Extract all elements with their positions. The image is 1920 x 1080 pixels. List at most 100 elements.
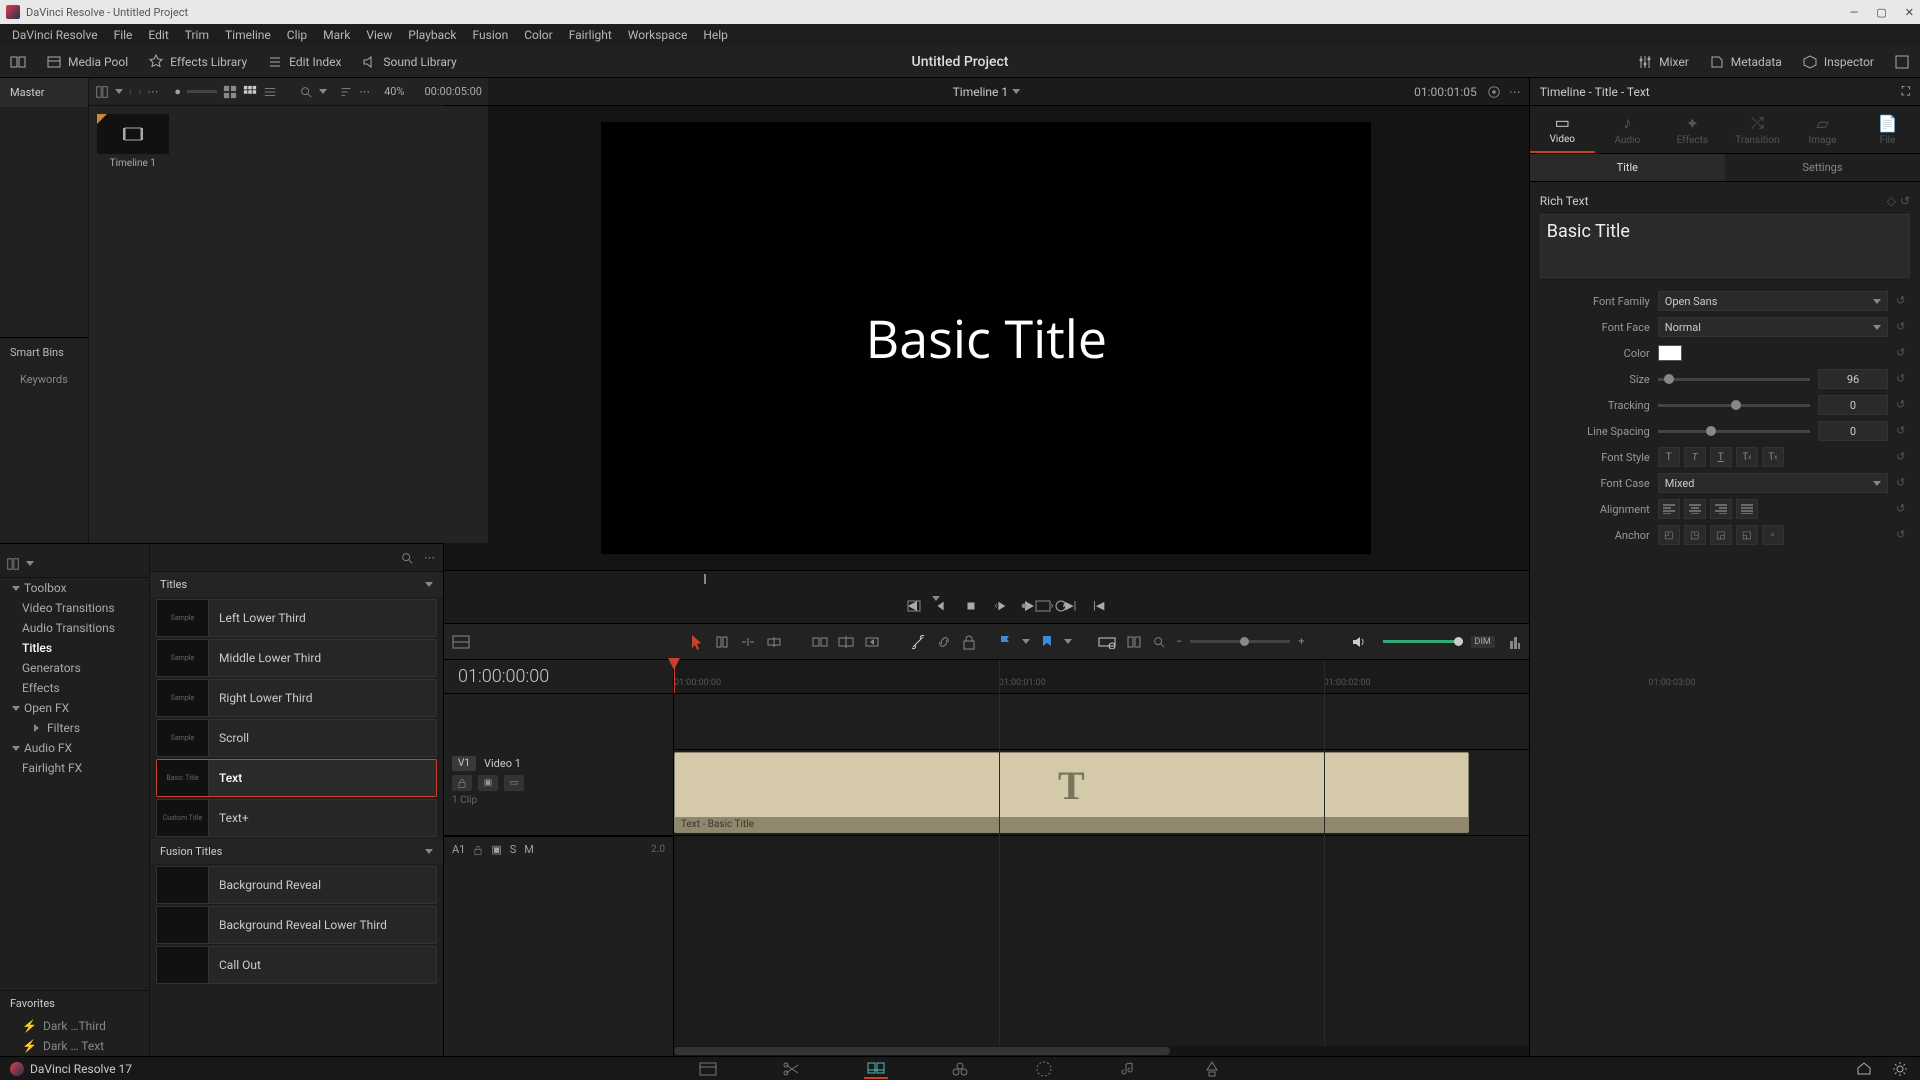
keyframe-toggle[interactable]: ◇ [1887,194,1896,208]
flag-dd[interactable] [1022,639,1030,644]
size-slider[interactable] [1658,378,1810,381]
zoom-in[interactable]: + [1298,635,1304,648]
sort-icon[interactable] [339,85,353,99]
timeline-ruler[interactable]: 01:00:00:0001:00:01:0001:00:02:0001:00:0… [674,660,1529,694]
menu-playback[interactable]: Playback [400,28,464,42]
kf-ls[interactable]: ↺ [1896,424,1910,438]
menu-color[interactable]: Color [516,28,560,42]
meters-toggle[interactable] [1509,635,1521,649]
list-view[interactable] [263,85,277,99]
page-fusion[interactable] [948,1059,972,1079]
mixer-toggle[interactable]: Mixer [1627,46,1699,78]
a-autoselect[interactable]: ▣ [491,843,501,856]
linespacing-slider[interactable] [1658,430,1810,433]
menu-fusion[interactable]: Fusion [465,28,517,42]
font-face-select[interactable]: Normal [1658,317,1888,337]
inspector-tab-effects[interactable]: ✦Effects [1660,106,1725,153]
title-preset-right-lower-third[interactable]: SampleRight Lower Third [156,679,437,717]
fusion-title-background-reveal-lower-third[interactable]: Background Reveal Lower Third [156,906,437,944]
video-track-head[interactable]: V1Video 1 ▣ ▭ 1 Clip [444,750,673,836]
timeline-timecode[interactable]: 01:00:00:00 [444,660,673,694]
align-right[interactable] [1710,499,1732,519]
insert-clip[interactable] [812,635,828,649]
zoom-slider[interactable] [1190,640,1290,643]
a-mute[interactable]: M [524,843,534,856]
page-color[interactable] [1032,1059,1056,1079]
volume-slider[interactable] [1383,640,1463,643]
tree-fairlightfx[interactable]: Fairlight FX [0,758,149,778]
style-sub[interactable]: Tx [1762,447,1784,467]
keywords-bin[interactable]: Keywords [0,367,88,392]
search-options[interactable] [319,89,327,94]
timeline-thumbnail[interactable]: Timeline 1 [97,114,169,169]
page-deliver[interactable] [1200,1059,1224,1079]
zoom-percent[interactable]: 40% [384,85,404,98]
timeline-hscroll[interactable] [674,1046,1529,1056]
menu-edit[interactable]: Edit [140,28,176,42]
viewer-timecode[interactable]: 01:00:01:05 [1414,85,1477,99]
options-menu[interactable]: ⋯ [359,85,370,98]
subtab-title[interactable]: Title [1530,154,1725,181]
tree-effects[interactable]: Effects [0,678,149,698]
tracking-value[interactable]: 0 [1818,395,1888,415]
timeline-view-options[interactable] [452,635,470,649]
fx-panel-dd[interactable] [26,561,34,566]
menu-fairlight[interactable]: Fairlight [561,28,620,42]
kf-align[interactable]: ↺ [1896,502,1910,516]
minimize-button[interactable]: — [1850,6,1859,19]
a-solo[interactable]: S [510,843,517,856]
title-clip[interactable]: T Text - Basic Title [674,752,1469,833]
dual-screen-toggle[interactable] [0,46,36,78]
anchor-tl[interactable]: ◰ [1658,525,1680,545]
disable-track[interactable]: ▭ [504,775,524,791]
overlay-dropdown[interactable] [932,596,940,601]
maximize-button[interactable]: ▢ [1876,6,1886,19]
bin-dropdown[interactable] [115,89,123,94]
title-text-input[interactable]: Basic Title [1540,214,1910,278]
nav-back[interactable]: ‹ [129,85,132,98]
font-case-select[interactable]: Mixed [1658,473,1888,493]
align-justify[interactable] [1736,499,1758,519]
trim-tool[interactable] [714,634,730,650]
menu-file[interactable]: File [106,28,141,42]
timeline-body[interactable]: 01:00:00:0001:00:01:0001:00:02:0001:00:0… [674,660,1529,1056]
overwrite-clip[interactable] [838,635,854,649]
first-frame[interactable]: ‹ [986,596,1006,616]
blade-button[interactable] [910,634,926,650]
anchor-tr[interactable]: ◲ [1710,525,1732,545]
dim-toggle[interactable]: DIM [1471,636,1495,648]
close-button[interactable]: ✕ [1905,6,1914,19]
kf-fontface[interactable]: ↺ [1896,320,1910,334]
lock-track[interactable] [452,775,472,791]
title-preset-scroll[interactable]: SampleScroll [156,719,437,757]
fx-options[interactable]: ⋯ [424,551,435,564]
page-cut[interactable] [780,1059,804,1079]
marker[interactable] [1040,634,1054,650]
category-titles[interactable]: Titles [150,572,443,597]
playhead[interactable] [674,660,675,693]
marker-prev[interactable]: ● [1014,596,1034,616]
snapping-toggle[interactable] [1098,635,1116,649]
zoom-search[interactable] [1152,635,1166,649]
viewer-options[interactable]: ⋯ [1509,85,1521,99]
kf-size[interactable]: ↺ [1896,372,1910,386]
page-media[interactable] [696,1059,720,1079]
kf-anchor[interactable]: ↺ [1896,528,1910,542]
marker-dd[interactable] [1064,639,1072,644]
edit-index-toggle[interactable]: Edit Index [257,46,351,78]
favorite-2[interactable]: ⚡Dark … Text [0,1036,149,1056]
kf-style[interactable]: ↺ [1896,450,1910,464]
tree-filters[interactable]: Filters [0,718,149,738]
favorite-1[interactable]: ⚡Dark …Third [0,1016,149,1036]
fx-panel-toggle[interactable] [6,557,20,571]
tree-audiofx[interactable]: Audio FX [0,738,149,758]
bin-view-toggle[interactable] [95,85,109,99]
video-track-1[interactable]: T Text - Basic Title [674,750,1529,836]
kf-fontfam[interactable]: ↺ [1896,294,1910,308]
tree-openfx[interactable]: Open FX [0,698,149,718]
zoom-out[interactable]: − [1176,635,1182,648]
subtab-settings[interactable]: Settings [1725,154,1920,181]
viewer-timeline-name[interactable]: Timeline 1 [953,85,1009,99]
safe-area-toggle[interactable] [904,596,924,616]
anchor-mc[interactable]: ▫ [1762,525,1784,545]
